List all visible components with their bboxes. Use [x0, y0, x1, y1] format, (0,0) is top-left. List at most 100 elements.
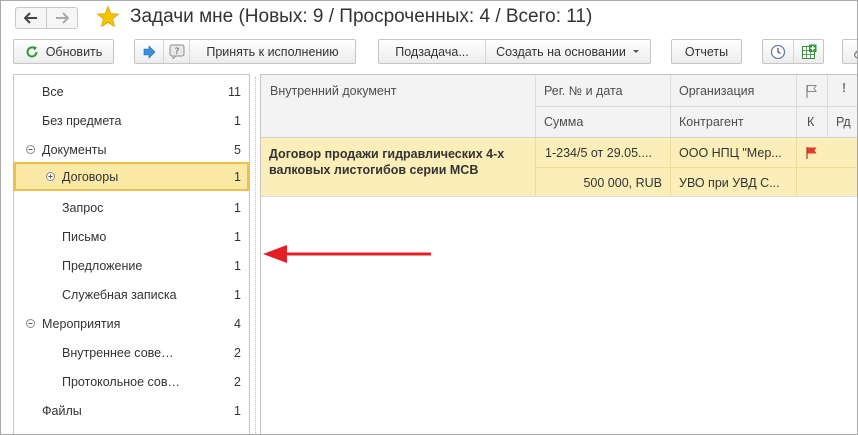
favorite-star-icon[interactable] — [96, 5, 120, 29]
create-based-label: Создать на основании — [496, 44, 626, 59]
clock-icon — [770, 44, 786, 59]
grid-divider — [261, 196, 857, 197]
importance-icon[interactable]: ! — [842, 81, 846, 95]
tree-item-label: Внутреннее сове… — [62, 346, 174, 360]
subject-tree: Все 11 Без предмета 1 Документы 5 Догово… — [13, 74, 250, 434]
title-bar: Задачи мне (Новых: 9 / Просроченных: 4 /… — [1, 1, 857, 35]
collapse-icon[interactable] — [26, 319, 35, 328]
ask-question-button[interactable]: ? — [163, 40, 189, 63]
accept-group: ? Принять к исполнению — [134, 39, 356, 64]
accept-label: Принять к исполнению — [206, 44, 339, 59]
arrow-right-blue-icon — [143, 44, 156, 59]
page-title: Задачи мне (Новых: 9 / Просроченных: 4 /… — [130, 6, 593, 27]
tree-item-protocol-meeting[interactable]: Протокольное сов… 2 — [14, 367, 249, 396]
tree-item-request[interactable]: Запрос 1 — [14, 193, 249, 222]
question-icon: ? — [169, 44, 184, 59]
tree-item-label: Протокольное сов… — [62, 375, 181, 389]
refresh-label: Обновить — [45, 44, 103, 59]
tree-item-count: 2 — [234, 346, 241, 360]
cell-doc-line1: Договор продажи гидравлических 4-х — [269, 147, 505, 161]
cell-reg: 1-234/5 от 29.05.... — [545, 146, 652, 160]
cell-org: ООО НПЦ "Мер... — [679, 146, 782, 160]
tree-item-count: 1 — [234, 404, 241, 418]
cell-doc-line2: валковых листогибов серии МСВ — [269, 163, 479, 177]
col-header-reg[interactable]: Рег. № и дата — [544, 84, 623, 98]
spreadsheet-plus-icon — [801, 44, 816, 59]
expand-icon[interactable] — [46, 172, 55, 181]
tree-item-count: 1 — [234, 170, 241, 184]
refresh-button[interactable]: Обновить — [13, 39, 114, 64]
col-header-org[interactable]: Организация — [679, 84, 754, 98]
tree-item-memo[interactable]: Служебная записка 1 — [14, 280, 249, 309]
tree-item-count: 4 — [234, 317, 241, 331]
subtask-label: Подзадача... — [395, 44, 469, 59]
tree-item-count: 2 — [234, 375, 241, 389]
col-header-k[interactable]: К — [807, 115, 814, 129]
tree-item-proposal[interactable]: Предложение 1 — [14, 251, 249, 280]
tree-item-label: Мероприятия — [42, 317, 121, 331]
paperclip-icon — [853, 49, 857, 58]
accept-button[interactable]: Принять к исполнению — [189, 40, 355, 63]
tree-item-label: Письмо — [62, 230, 107, 244]
tree-item-events[interactable]: Мероприятия 4 — [14, 309, 249, 338]
create-based-button[interactable]: Создать на основании — [485, 40, 650, 63]
flag-column-icon[interactable] — [805, 84, 819, 99]
cell-contr: УВО при УВД С... — [679, 176, 780, 190]
tree-item-documents[interactable]: Документы 5 — [14, 135, 249, 164]
reports-button[interactable]: Отчеты — [671, 39, 742, 64]
row-subdivider — [535, 167, 857, 168]
tree-item-label: Договоры — [62, 170, 119, 184]
col-header-rd[interactable]: Рд — [836, 115, 851, 129]
tree-item-count: 1 — [234, 259, 241, 273]
row-divider — [535, 138, 536, 196]
svg-text:?: ? — [174, 47, 179, 57]
col-header-contr[interactable]: Контрагент — [679, 115, 744, 129]
col-header-doc[interactable]: Внутренний документ — [270, 84, 397, 98]
tree-item-letter[interactable]: Письмо 1 — [14, 222, 249, 251]
tree-item-count: 1 — [234, 288, 241, 302]
tree-item-files[interactable]: Файлы 1 — [14, 396, 249, 425]
attachment-button[interactable] — [842, 39, 857, 64]
tree-item-label: Документы — [42, 143, 107, 157]
forward-task-button[interactable] — [135, 40, 163, 63]
refresh-icon — [26, 45, 38, 57]
arrow-right-icon — [56, 12, 69, 24]
tree-item-count: 5 — [234, 143, 241, 157]
tree-item-label: Все — [42, 85, 64, 99]
arrow-left-icon — [24, 12, 37, 24]
cell-sum: 500 000, RUB — [583, 176, 662, 190]
tree-item-no-subject[interactable]: Без предмета 1 — [14, 106, 249, 135]
tree-item-label: Запрос — [62, 201, 104, 215]
back-button[interactable] — [15, 7, 47, 29]
export-excel-button[interactable] — [793, 40, 823, 63]
collapse-icon[interactable] — [26, 145, 35, 154]
row-divider — [796, 138, 797, 196]
cell-doc: Договор продажи гидравлических 4-х валко… — [269, 146, 504, 178]
tree-item-count: 1 — [234, 114, 241, 128]
extra-group — [762, 39, 824, 64]
red-flag-icon[interactable] — [805, 146, 819, 160]
tree-item-label: Без предмета — [42, 114, 122, 128]
tree-item-internal-meeting[interactable]: Внутреннее сове… 2 — [14, 338, 249, 367]
reports-label: Отчеты — [684, 44, 729, 59]
tree-item-contracts[interactable]: Договоры 1 — [14, 162, 249, 191]
panel-splitter[interactable] — [255, 77, 257, 433]
red-arrow-annotation — [263, 245, 431, 263]
tree-item-label: Служебная записка — [62, 288, 177, 302]
tree-item-all[interactable]: Все 11 — [14, 77, 249, 106]
row-divider — [670, 138, 671, 196]
window: Задачи мне (Новых: 9 / Просроченных: 4 /… — [0, 0, 858, 435]
dropdown-icon — [632, 50, 639, 53]
tree-item-count: 11 — [228, 85, 241, 99]
tree-item-label: Файлы — [42, 404, 82, 418]
tree-item-count: 1 — [234, 201, 241, 215]
table-row[interactable]: Договор продажи гидравлических 4-х валко… — [261, 138, 857, 196]
grid-divider — [535, 106, 857, 107]
subtask-button[interactable]: Подзадача... — [379, 40, 485, 63]
col-header-sum[interactable]: Сумма — [544, 115, 583, 129]
tree-item-label: Предложение — [62, 259, 143, 273]
forward-button[interactable] — [46, 7, 78, 29]
subtask-group: Подзадача... Создать на основании — [378, 39, 651, 64]
tree-item-count: 1 — [234, 230, 241, 244]
deadline-button[interactable] — [763, 40, 793, 63]
